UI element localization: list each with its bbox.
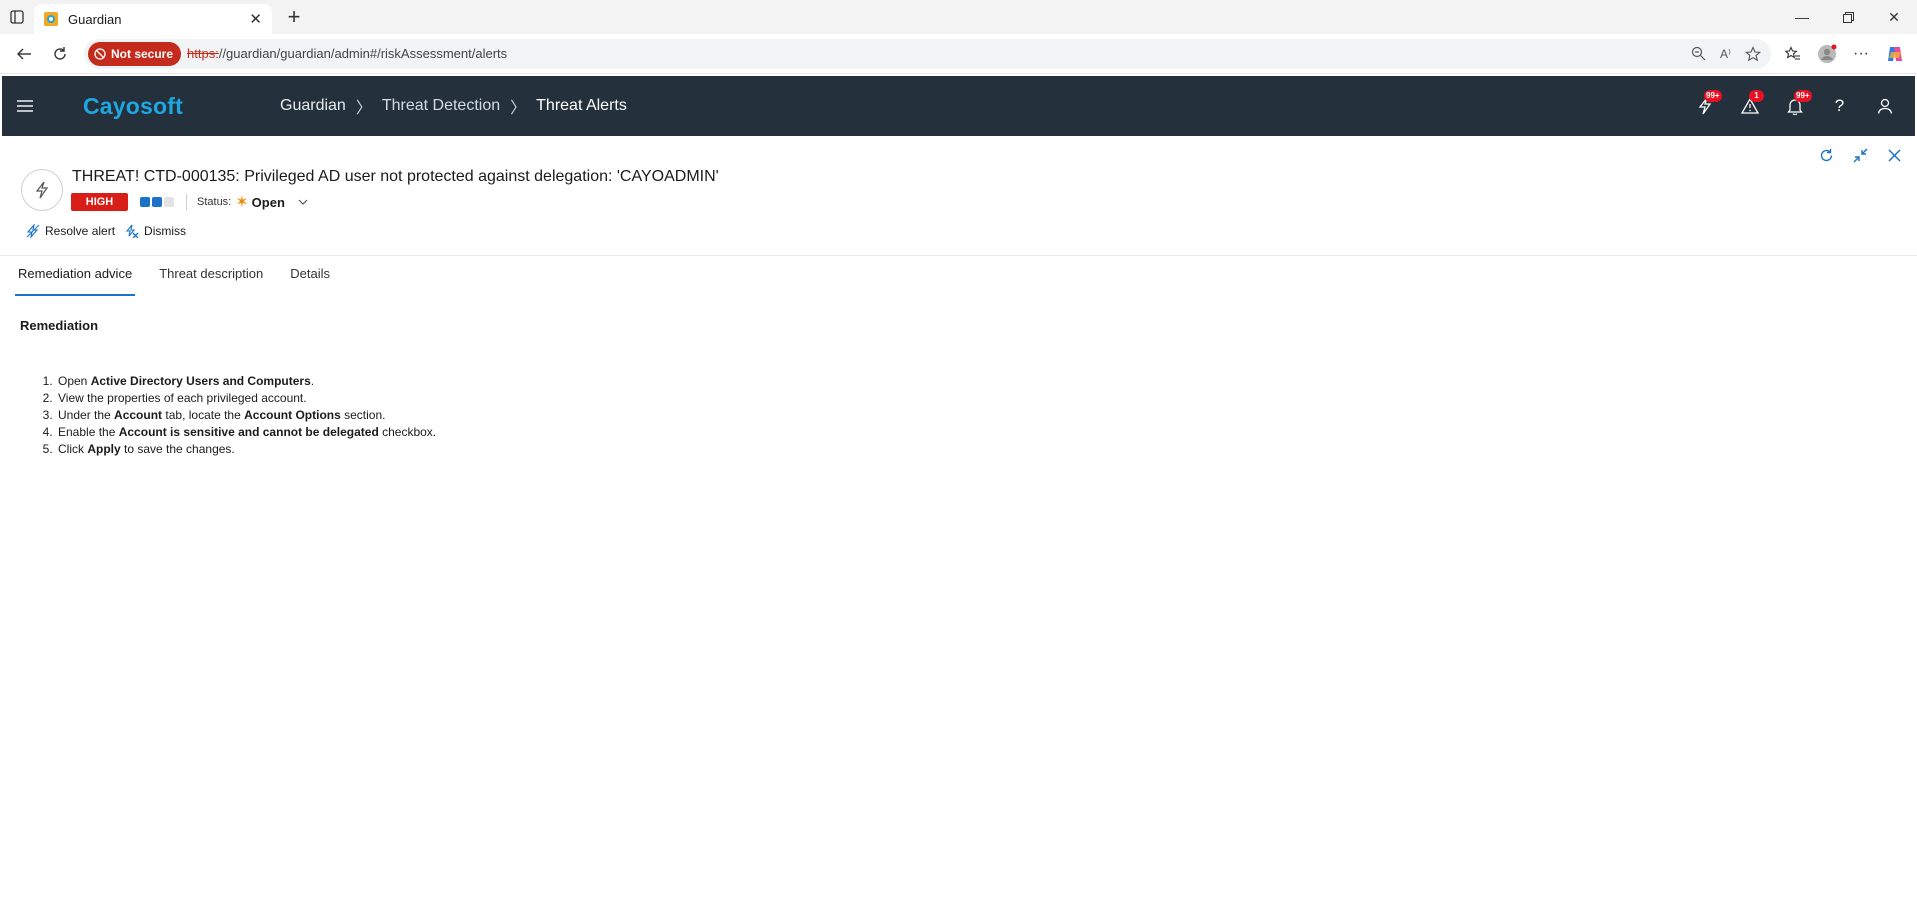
list-item: Open Active Directory Users and Computer… [56,373,1897,390]
alert-meta: HIGH Status: ✶ Open [71,192,308,212]
panel-actions [1817,146,1903,164]
profile-avatar-icon[interactable] [1815,42,1839,66]
collapse-icon [1853,148,1867,162]
resolve-alert-label: Resolve alert [45,224,116,238]
list-item: View the properties of each privileged a… [56,390,1897,407]
alert-title: THREAT! CTD-000135: Privileged AD user n… [72,168,719,185]
not-secure-badge[interactable]: Not secure [88,41,182,66]
restore-icon[interactable] [1825,0,1871,34]
status-value: Open [251,194,285,210]
notifications-count-badge: 99+ [1794,89,1812,102]
hamburger-icon [17,100,33,112]
severity-bar [140,197,150,207]
lightning-icon [35,181,49,199]
url-text: https://guardian/guardian/admin#/riskAss… [187,46,508,61]
threats-button[interactable]: 99+ [1682,84,1727,129]
warning-shield-icon [94,47,106,60]
help-button[interactable]: ? [1817,84,1862,129]
favorite-star-icon[interactable] [1745,45,1761,62]
breadcrumb-guardian[interactable]: Guardian [280,97,346,115]
threat-type-badge [21,169,63,211]
alert-tabs: Remediation advice Threat description De… [0,256,1917,296]
read-aloud-icon[interactable]: A⁾ [1720,47,1731,61]
new-tab-button[interactable]: + [278,2,310,32]
tab-actions-icon [10,10,24,24]
minimize-icon[interactable]: — [1779,0,1825,34]
breadcrumb: Guardian 〉 Threat Detection 〉 Threat Ale… [280,94,627,118]
chevron-right-icon: 〉 [355,100,372,117]
address-bar-row: Not secure https://guardian/guardian/adm… [0,34,1917,74]
divider [186,194,187,210]
tab-threat-description[interactable]: Threat description [159,256,274,296]
browser-tab-title: Guardian [68,11,122,27]
list-item: Click Apply to save the changes. [56,441,1897,458]
chevron-right-icon: 〉 [510,100,527,117]
tab-remediation-advice[interactable]: Remediation advice [14,256,143,296]
severity-level-indicator [140,197,174,207]
copilot-icon[interactable] [1883,42,1907,66]
dismiss-icon [125,224,139,238]
threats-count-badge: 99+ [1704,89,1722,102]
back-arrow-icon [17,48,31,59]
window-controls: — ✕ [1779,0,1917,34]
dismiss-label: Dismiss [144,224,187,238]
remediation-steps: Open Active Directory Users and Computer… [56,373,1897,458]
status-label: Status: [197,196,232,208]
refresh-button[interactable] [42,38,78,70]
alert-header: THREAT! CTD-000135: Privileged AD user n… [0,136,1917,256]
url-field[interactable]: Not secure https://guardian/guardian/adm… [84,38,1771,69]
breadcrumb-threat-detection[interactable]: Threat Detection [382,97,500,115]
open-status-icon: ✶ [235,194,249,211]
close-tab-icon[interactable]: ✕ [249,10,262,28]
url-field-icons: A⁾ [1691,45,1761,62]
favorites-icon[interactable] [1781,42,1805,66]
warnings-button[interactable]: 1 [1727,84,1772,129]
user-button[interactable] [1862,84,1907,129]
question-mark-icon: ? [1834,96,1845,115]
user-icon [1877,98,1892,114]
status-dropdown[interactable]: ✶ Open [235,192,308,212]
breadcrumb-threat-alerts: Threat Alerts [536,97,627,114]
notifications-button[interactable]: 99+ [1772,84,1817,129]
refresh-icon [1820,148,1832,161]
cayosoft-logo[interactable]: Cayosoft [83,93,183,120]
chevron-down-icon [298,199,308,205]
zoom-out-icon[interactable] [1691,46,1706,61]
more-options-icon[interactable]: ··· [1849,42,1873,66]
warnings-count-badge: 1 [1749,89,1764,102]
resolve-lightning-icon [26,224,40,238]
resolve-alert-button[interactable]: Resolve alert [26,224,115,238]
remediation-panel: Remediation Open Active Directory Users … [0,296,1917,476]
browser-tab[interactable]: Guardian ✕ [34,4,272,34]
refresh-icon [54,46,66,60]
alert-command-bar: Resolve alert Dismiss [26,224,186,238]
list-item: Enable the Account is sensitive and cann… [56,424,1897,441]
dismiss-button[interactable]: Dismiss [125,224,186,238]
tab-details[interactable]: Details [290,256,341,296]
menu-button[interactable] [2,100,48,112]
guardian-favicon-icon [44,12,58,26]
severity-bar [164,197,174,207]
tab-actions-button[interactable] [0,0,34,34]
back-button[interactable] [6,38,42,70]
collapse-button[interactable] [1851,146,1869,164]
severity-badge: HIGH [71,193,128,211]
not-secure-label: Not secure [111,46,174,61]
refresh-button[interactable] [1817,146,1835,164]
browser-tab-strip: Guardian ✕ + — ✕ [0,0,1917,34]
header-icons: 99+ 1 99+ ? [1682,76,1907,136]
browser-toolbar: ··· [1781,42,1911,66]
list-item: Under the Account tab, locate the Accoun… [56,407,1897,424]
close-icon [1887,148,1901,162]
remediation-title: Remediation [20,318,99,333]
severity-bar [152,197,162,207]
close-panel-button[interactable] [1885,146,1903,164]
close-window-icon[interactable]: ✕ [1871,0,1917,34]
app-header: Cayosoft Guardian 〉 Threat Detection 〉 T… [2,76,1915,136]
